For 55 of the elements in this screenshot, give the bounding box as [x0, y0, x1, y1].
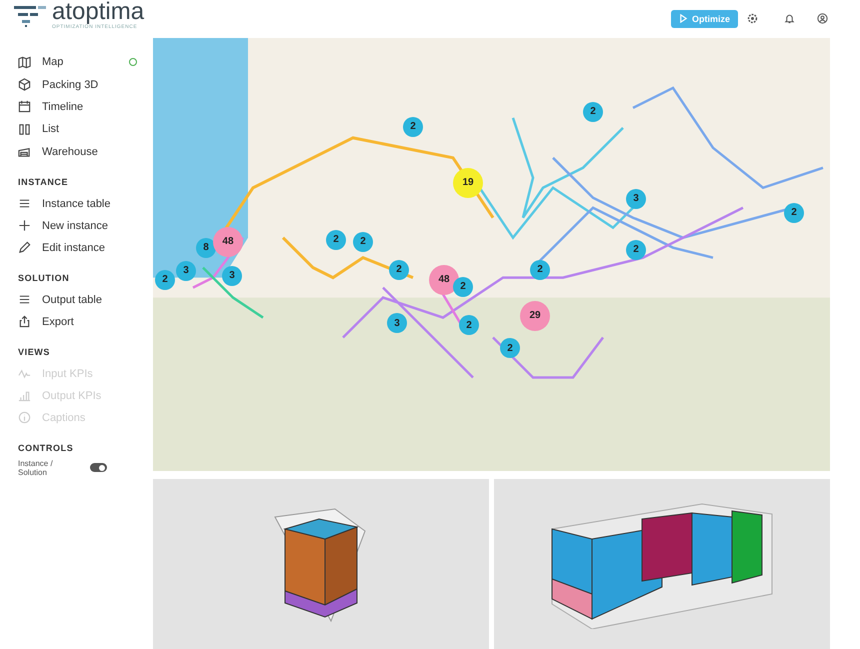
nav-icon [18, 122, 31, 136]
cluster-marker[interactable]: 3 [387, 313, 407, 334]
nav-item[interactable]: Timeline [18, 96, 153, 118]
logo-icon [14, 4, 48, 28]
notification-bell-icon[interactable] [784, 13, 795, 24]
nav-item[interactable]: Packing 3D [18, 73, 153, 96]
cluster-marker[interactable]: 2 [453, 276, 473, 297]
menu-icon [18, 219, 31, 232]
play-icon [678, 14, 688, 24]
nav-icon [18, 78, 31, 92]
nav-icon [18, 56, 31, 69]
menu-icon [18, 293, 31, 306]
menu-item[interactable]: Export [18, 310, 153, 333]
cluster-marker[interactable]: 2 [459, 315, 479, 336]
nav-item[interactable]: Warehouse [18, 140, 153, 163]
section-title: VIEWS [18, 346, 52, 357]
menu-item[interactable]: Edit instance [18, 236, 153, 259]
cluster-marker[interactable]: 2 [353, 232, 373, 252]
cluster-marker[interactable]: 2 [784, 202, 804, 223]
nav-icon [18, 145, 31, 158]
cluster-marker[interactable]: 19 [453, 168, 483, 198]
cluster-marker[interactable]: 48 [429, 264, 459, 295]
toggle-switch[interactable] [90, 463, 107, 472]
cluster-marker[interactable]: 3 [626, 188, 646, 209]
cluster-marker[interactable]: 2 [403, 116, 423, 137]
menu-icon [18, 389, 31, 402]
nav-item[interactable]: List [18, 118, 153, 141]
section-title: SOLUTION [18, 272, 70, 283]
menu-item[interactable]: Output table [18, 288, 153, 311]
cluster-marker[interactable]: 2 [389, 260, 409, 280]
cluster-marker[interactable]: 2 [326, 230, 346, 250]
menu-icon [18, 197, 31, 210]
cluster-marker[interactable]: 29 [520, 300, 550, 330]
logo-name: atoptima [52, 0, 144, 24]
cluster-marker[interactable]: 2 [583, 102, 603, 122]
settings-icon[interactable] [747, 13, 758, 24]
toggle-label: Instance / Solution [18, 458, 54, 477]
cluster-marker[interactable]: 3 [222, 266, 242, 286]
menu-icon [18, 315, 31, 328]
cluster-marker[interactable]: 2 [626, 240, 646, 260]
user-icon[interactable] [817, 13, 828, 24]
container-view[interactable] [494, 479, 830, 649]
nav-icon [18, 100, 31, 114]
nav-item[interactable]: Map [18, 51, 153, 74]
menu-icon [18, 411, 31, 424]
map-view[interactable]: 2 2 19 3 2 2 2 8 48 2 3 2 3 2 48 2 2 29 3 2 2 [153, 38, 830, 472]
section-title: INSTANCE [18, 176, 70, 187]
menu-item[interactable]: Instance table [18, 192, 153, 215]
cluster-marker[interactable]: 2 [530, 260, 550, 280]
menu-icon [18, 367, 31, 380]
section-title: CONTROLS [18, 442, 74, 453]
cluster-marker[interactable]: 2 [500, 338, 520, 358]
menu-item[interactable]: New instance [18, 214, 153, 237]
menu-icon [18, 241, 31, 254]
pallet-view[interactable] [153, 479, 489, 649]
